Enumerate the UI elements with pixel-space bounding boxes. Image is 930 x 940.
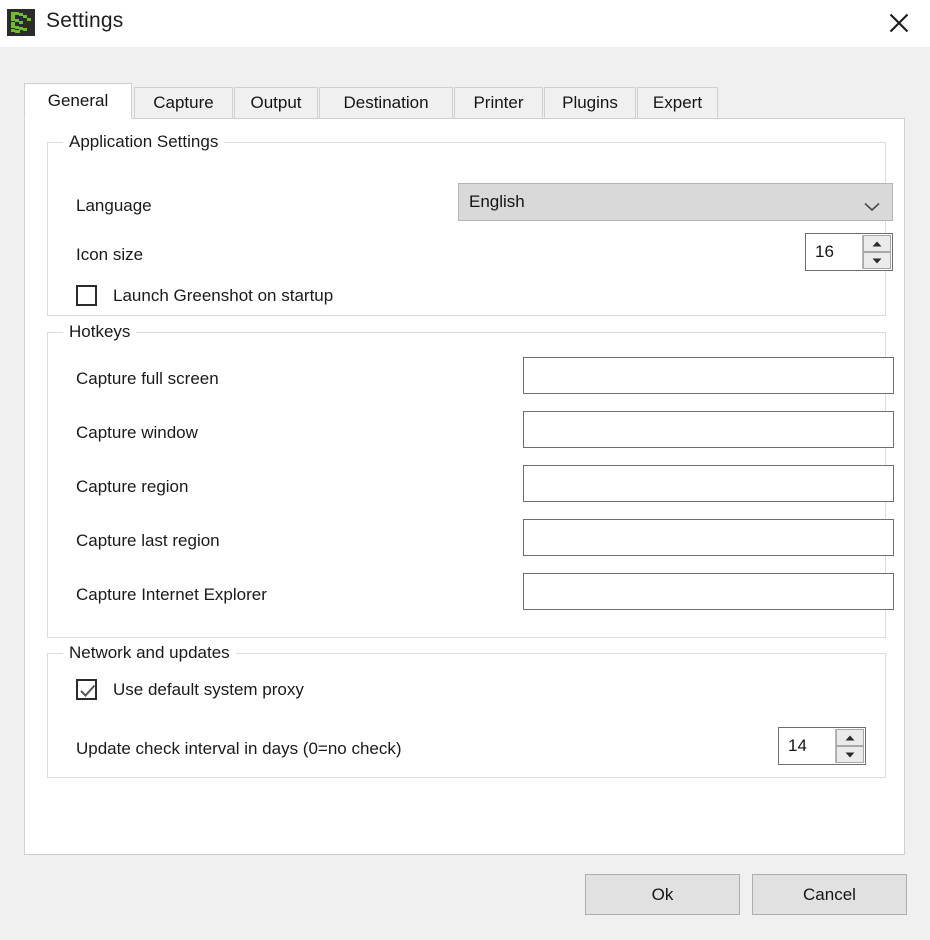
hotkey-full-screen-label: Capture full screen bbox=[76, 369, 219, 388]
tab-destination-label: Destination bbox=[343, 93, 429, 112]
update-interval-label: Update check interval in days (0=no chec… bbox=[76, 739, 402, 758]
icon-size-decrement-button[interactable] bbox=[863, 252, 891, 269]
hotkey-internet-explorer-label: Capture Internet Explorer bbox=[76, 585, 267, 604]
icon-size-increment-button[interactable] bbox=[863, 235, 891, 252]
general-tab-panel: Application Settings Language English Ic… bbox=[24, 118, 905, 855]
hotkey-region-input[interactable] bbox=[523, 465, 894, 502]
update-interval-value: 14 bbox=[788, 736, 807, 755]
icon-size-spin-buttons bbox=[862, 235, 891, 269]
update-interval-increment-button[interactable] bbox=[836, 729, 864, 746]
update-interval-spin-buttons bbox=[835, 729, 864, 763]
hotkey-last-region-label: Capture last region bbox=[76, 531, 220, 550]
tab-capture[interactable]: Capture bbox=[134, 87, 233, 118]
use-default-proxy-checkbox[interactable] bbox=[76, 679, 97, 700]
hotkey-region-label: Capture region bbox=[76, 477, 189, 496]
caret-down-icon bbox=[845, 752, 855, 757]
tab-plugins[interactable]: Plugins bbox=[544, 87, 636, 118]
tab-output[interactable]: Output bbox=[234, 87, 318, 118]
icon-size-label: Icon size bbox=[76, 245, 144, 264]
tab-expert[interactable]: Expert bbox=[637, 87, 718, 118]
launch-on-startup-checkbox[interactable] bbox=[76, 285, 97, 306]
caret-up-icon bbox=[845, 735, 855, 740]
tab-capture-label: Capture bbox=[153, 93, 214, 112]
close-icon bbox=[889, 13, 909, 33]
chevron-down-icon bbox=[864, 197, 880, 212]
settings-dialog: Settings General Capture Output Destinat… bbox=[0, 0, 930, 940]
tab-destination[interactable]: Destination bbox=[319, 87, 453, 118]
language-combobox[interactable]: English bbox=[458, 183, 893, 221]
language-label: Language bbox=[76, 196, 152, 215]
tab-printer[interactable]: Printer bbox=[454, 87, 543, 118]
hotkey-last-region-input[interactable] bbox=[523, 519, 894, 556]
hotkey-internet-explorer-input[interactable] bbox=[523, 573, 894, 610]
close-button[interactable] bbox=[868, 0, 930, 46]
cancel-button[interactable]: Cancel bbox=[752, 874, 907, 915]
icon-size-spinner[interactable]: 16 bbox=[805, 233, 893, 271]
caret-up-icon bbox=[872, 241, 882, 246]
ok-button-label: Ok bbox=[651, 884, 674, 904]
network-and-updates-title: Network and updates bbox=[63, 643, 236, 663]
caret-down-icon bbox=[872, 258, 882, 263]
tab-plugins-label: Plugins bbox=[562, 93, 618, 112]
title-bar: Settings bbox=[0, 0, 930, 47]
update-interval-decrement-button[interactable] bbox=[836, 746, 864, 763]
cancel-button-label: Cancel bbox=[803, 884, 856, 904]
language-value: English bbox=[469, 192, 525, 211]
network-and-updates-group: Network and updates Use default system p… bbox=[47, 643, 886, 778]
hotkeys-group: Hotkeys Capture full screen Capture wind… bbox=[47, 322, 894, 638]
tab-general-label: General bbox=[47, 91, 109, 110]
tab-printer-label: Printer bbox=[473, 93, 524, 112]
hotkey-window-input[interactable] bbox=[523, 411, 894, 448]
application-settings-group: Application Settings Language English Ic… bbox=[47, 132, 893, 316]
ok-button[interactable]: Ok bbox=[585, 874, 740, 915]
use-default-proxy-label: Use default system proxy bbox=[113, 680, 304, 699]
icon-size-value: 16 bbox=[815, 242, 834, 261]
tab-general[interactable]: General bbox=[24, 83, 132, 119]
tab-expert-label: Expert bbox=[652, 93, 703, 112]
hotkey-window-label: Capture window bbox=[76, 423, 198, 442]
window-title: Settings bbox=[46, 9, 124, 32]
tab-output-label: Output bbox=[250, 93, 302, 112]
tab-strip: General Capture Output Destination Print… bbox=[24, 83, 718, 119]
launch-on-startup-label: Launch Greenshot on startup bbox=[113, 286, 334, 305]
greenshot-logo-icon bbox=[7, 9, 35, 36]
application-settings-title: Application Settings bbox=[63, 132, 225, 152]
hotkey-full-screen-input[interactable] bbox=[523, 357, 894, 394]
hotkeys-title: Hotkeys bbox=[63, 322, 137, 342]
checkmark-icon bbox=[80, 684, 96, 697]
update-interval-spinner[interactable]: 14 bbox=[778, 727, 866, 765]
